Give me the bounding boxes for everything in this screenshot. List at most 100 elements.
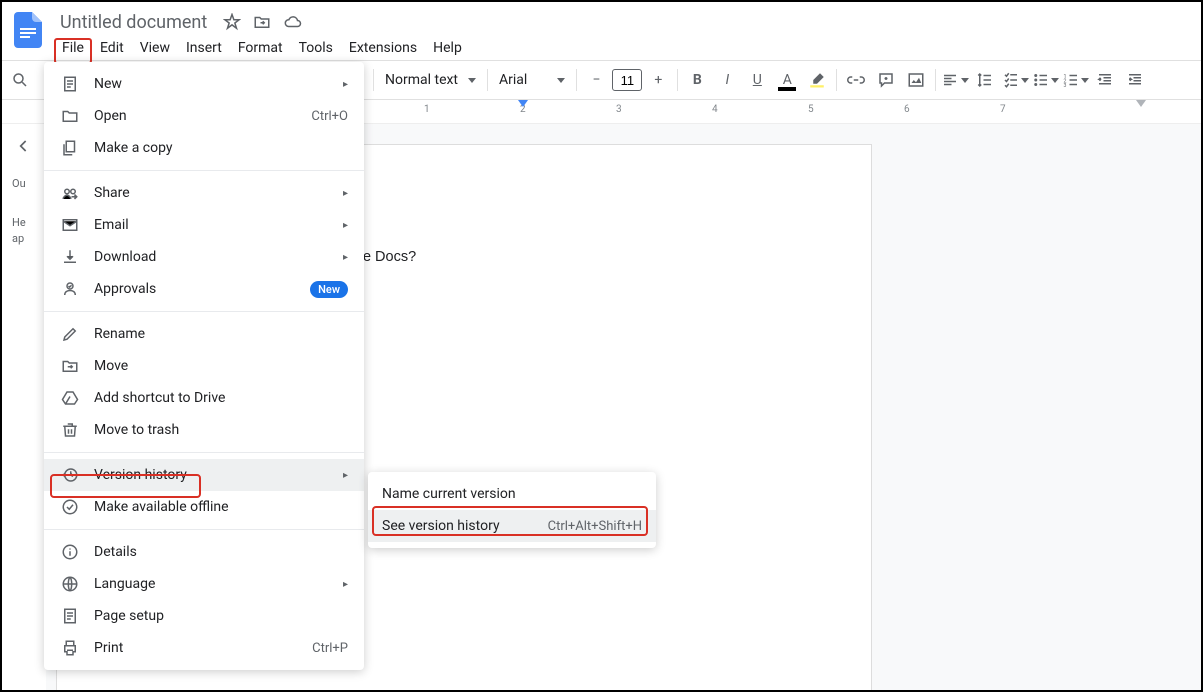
ruler-mark: 3 <box>616 104 622 115</box>
menu-details[interactable]: Details <box>44 536 364 568</box>
approvals-icon <box>60 280 80 298</box>
ruler-mark: 1 <box>424 104 430 115</box>
move-icon <box>60 357 80 375</box>
chevron-down-icon <box>468 78 476 83</box>
chevron-down-icon <box>1021 78 1029 83</box>
submenu-arrow-icon: ▸ <box>343 579 348 590</box>
font-family-label: Arial <box>499 72 527 88</box>
drive-shortcut-icon <box>60 389 80 407</box>
underline-button[interactable]: U <box>743 66 771 94</box>
bulleted-list-button[interactable] <box>1031 66 1059 94</box>
menu-add-shortcut[interactable]: Add shortcut to Drive <box>44 382 364 414</box>
decrease-indent-button[interactable] <box>1091 66 1119 94</box>
chevron-down-icon <box>961 78 969 83</box>
docs-logo[interactable] <box>10 12 46 48</box>
menu-make-offline[interactable]: Make available offline <box>44 491 364 523</box>
cloud-status-icon[interactable] <box>283 13 303 31</box>
star-icon[interactable] <box>223 13 241 31</box>
move-folder-icon[interactable] <box>253 13 271 31</box>
insert-comment-button[interactable] <box>872 66 900 94</box>
submenu-arrow-icon: ▸ <box>343 188 348 199</box>
menu-share[interactable]: Share ▸ <box>44 177 364 209</box>
menu-extensions[interactable]: Extensions <box>341 38 425 64</box>
bold-button[interactable]: B <box>683 66 711 94</box>
submenu-arrow-icon: ▸ <box>343 252 348 263</box>
menu-version-history[interactable]: Version history ▸ <box>44 459 364 491</box>
email-icon <box>60 216 80 234</box>
submenu-arrow-icon: ▸ <box>343 79 348 90</box>
numbered-list-button[interactable]: 123 <box>1061 66 1089 94</box>
outline-back-button[interactable] <box>10 132 38 160</box>
insert-image-button[interactable] <box>902 66 930 94</box>
highlight-color-button[interactable] <box>803 66 831 94</box>
menu-open[interactable]: Open Ctrl+O <box>44 100 364 132</box>
menu-tools[interactable]: Tools <box>291 38 341 64</box>
history-icon <box>60 466 80 484</box>
document-icon <box>60 75 80 93</box>
menu-format[interactable]: Format <box>230 38 291 64</box>
outline-label: Ou <box>10 176 38 191</box>
menu-approvals[interactable]: Approvals New <box>44 273 364 305</box>
checklist-button[interactable] <box>1001 66 1029 94</box>
increase-fontsize-button[interactable]: + <box>644 66 672 94</box>
rename-icon <box>60 325 80 343</box>
menu-make-copy[interactable]: Make a copy <box>44 132 364 164</box>
submenu-arrow-icon: ▸ <box>343 220 348 231</box>
font-family-select[interactable]: Arial <box>493 66 571 94</box>
menu-help[interactable]: Help <box>425 38 470 64</box>
document-title[interactable]: Untitled document <box>54 12 213 33</box>
trash-icon <box>60 421 80 439</box>
outline-heading-hint: Heap <box>10 215 38 246</box>
version-history-submenu: Name current version See version history… <box>368 472 656 548</box>
menu-bar: File Edit View Insert Format Tools Exten… <box>54 38 1193 64</box>
decrease-fontsize-button[interactable]: − <box>582 66 610 94</box>
search-icon[interactable] <box>6 66 34 94</box>
offline-icon <box>60 498 80 516</box>
info-icon <box>60 543 80 561</box>
submenu-name-current-version[interactable]: Name current version <box>368 478 656 510</box>
chevron-down-icon <box>1051 78 1059 83</box>
paragraph-style-select[interactable]: Normal text <box>379 66 482 94</box>
chevron-down-icon <box>557 78 565 83</box>
menu-view[interactable]: View <box>132 38 178 64</box>
new-badge: New <box>310 281 348 298</box>
ruler-mark: 5 <box>808 104 814 115</box>
italic-button[interactable]: I <box>713 66 741 94</box>
menu-download[interactable]: Download ▸ <box>44 241 364 273</box>
menu-file[interactable]: File <box>54 38 92 64</box>
print-icon <box>60 639 80 657</box>
menu-page-setup[interactable]: Page setup <box>44 600 364 632</box>
ruler-mark: 7 <box>1000 104 1006 115</box>
indent-marker-right[interactable] <box>1136 100 1146 107</box>
download-icon <box>60 248 80 266</box>
menu-print[interactable]: Print Ctrl+P <box>44 632 364 664</box>
chevron-down-icon <box>1081 78 1089 83</box>
ruler-mark: 4 <box>712 104 718 115</box>
menu-language[interactable]: Language ▸ <box>44 568 364 600</box>
menu-rename[interactable]: Rename <box>44 318 364 350</box>
fontsize-input[interactable] <box>612 69 642 91</box>
svg-text:3: 3 <box>1063 83 1066 89</box>
page-setup-icon <box>60 607 80 625</box>
ruler-mark: 6 <box>904 104 910 115</box>
menu-move-to-trash[interactable]: Move to trash <box>44 414 364 446</box>
paragraph-style-label: Normal text <box>385 72 458 88</box>
copy-icon <box>60 139 80 157</box>
menu-move[interactable]: Move <box>44 350 364 382</box>
align-button[interactable] <box>941 66 969 94</box>
line-spacing-button[interactable] <box>971 66 999 94</box>
globe-icon <box>60 575 80 593</box>
submenu-see-version-history[interactable]: See version history Ctrl+Alt+Shift+H <box>368 510 656 542</box>
share-icon <box>60 184 80 202</box>
increase-indent-button[interactable] <box>1121 66 1149 94</box>
menu-email[interactable]: Email ▸ <box>44 209 364 241</box>
insert-link-button[interactable] <box>842 66 870 94</box>
submenu-arrow-icon: ▸ <box>343 470 348 481</box>
menu-insert[interactable]: Insert <box>178 38 230 64</box>
menu-new[interactable]: New ▸ <box>44 68 364 100</box>
indent-marker-left[interactable] <box>518 100 528 107</box>
text-color-button[interactable]: A <box>773 66 801 94</box>
folder-icon <box>60 107 80 125</box>
file-dropdown-menu: New ▸ Open Ctrl+O Make a copy Share ▸ Em… <box>44 62 364 670</box>
menu-edit[interactable]: Edit <box>92 38 132 64</box>
